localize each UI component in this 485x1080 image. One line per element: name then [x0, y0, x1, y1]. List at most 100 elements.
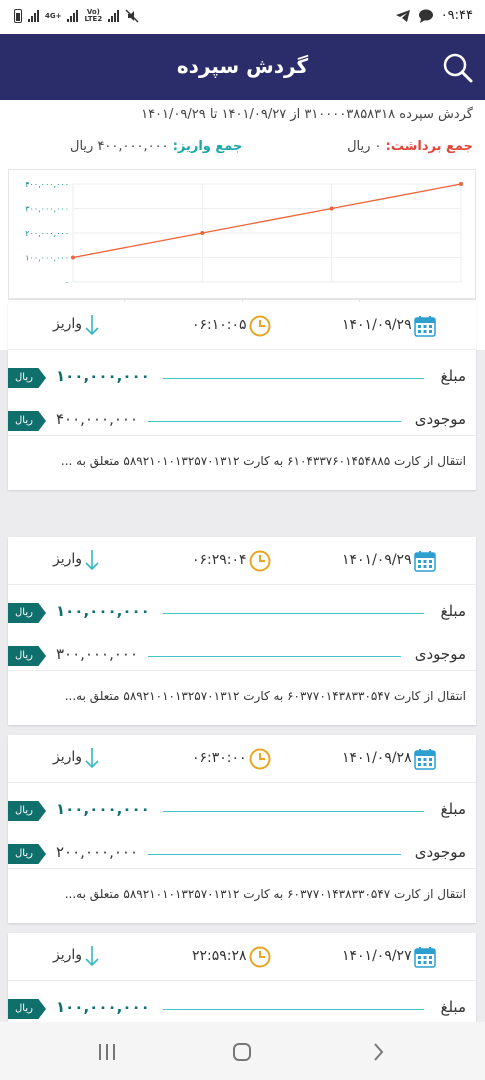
- search-icon: [443, 53, 473, 83]
- back-icon: [374, 1043, 384, 1061]
- transaction-date: ۱۴۰۱/۰۹/۲۸: [342, 750, 412, 766]
- transaction-type: واریز: [53, 947, 83, 963]
- summary-range-text: گردش سپرده ۳۱۰۰۰۰۳۸۵۸۳۱۸ از ۱۴۰۱/۰۹/۲۷ ت…: [141, 107, 473, 122]
- clock-icon: [249, 748, 271, 770]
- rial-tag: ریال: [8, 646, 46, 666]
- amount-divider: [163, 811, 424, 812]
- transaction-card[interactable]: ۱۴۰۱/۰۹/۲۹ ۰۶:۱۰:۰۵ واریز ریال ۱۰۰,۰۰۰,۰۰۰ مب…: [8, 302, 476, 490]
- app-header: گردش سپرده: [0, 34, 485, 100]
- y-tick-label: ۰: [65, 278, 69, 287]
- transaction-header: ۱۴۰۱/۰۹/۲۹ ۰۶:۱۰:۰۵ واریز: [8, 302, 476, 350]
- battery-icon: [14, 9, 22, 23]
- amount-row: ریال ۱۰۰,۰۰۰,۰۰۰ مبلغ: [8, 597, 476, 627]
- deposit-label: جمع واریز:: [172, 139, 243, 154]
- withdraw-value: ۰ ریال: [347, 139, 382, 154]
- transaction-date: ۱۴۰۱/۰۹/۲۹: [342, 552, 412, 568]
- transaction-type: واریز: [53, 316, 83, 332]
- description-text: انتقال از کارت ۶۱۰۴۳۳۷۶۰۱۴۵۴۸۸۵ به کارت …: [60, 454, 466, 468]
- amount-row: ریال ۱۰۰,۰۰۰,۰۰۰ مبلغ: [8, 795, 476, 825]
- transaction-type: واریز: [53, 551, 83, 567]
- clock-icon: [249, 550, 271, 572]
- transaction-header: ۱۴۰۱/۰۹/۲۸ ۰۶:۳۰:۰۰ واریز: [8, 735, 476, 783]
- rial-tag: ریال: [8, 603, 46, 623]
- balance-label: موجودی: [414, 410, 466, 428]
- data-point: [71, 255, 75, 260]
- arrow-down-icon: [85, 748, 99, 769]
- transaction-card[interactable]: ۱۴۰۱/۰۹/۲۸ ۰۶:۳۰:۰۰ واریز ریال ۱۰۰,۰۰۰,۰۰۰ مب…: [8, 735, 476, 923]
- transaction-time: ۰۶:۳۰:۰۰: [192, 750, 247, 766]
- transaction-card[interactable]: ۱۴۰۱/۰۹/۲۹ ۰۶:۲۹:۰۴ واریز ریال ۱۰۰,۰۰۰,۰۰۰ مب…: [8, 537, 476, 725]
- arrow-down-icon: [85, 315, 99, 336]
- rial-tag: ریال: [8, 844, 46, 864]
- network-1-label: 4G+: [45, 11, 62, 20]
- transaction-date: ۱۴۰۱/۰۹/۲۹: [342, 317, 412, 333]
- arrow-down-icon: [85, 550, 99, 571]
- page-title: گردش سپرده: [176, 54, 309, 78]
- status-time: ۰۹:۴۴: [440, 8, 473, 23]
- recents-icon: [99, 1044, 115, 1060]
- series-line: [72, 183, 462, 259]
- deposit-total: جمع واریز: ۴۰۰,۰۰۰,۰۰۰ ریال: [70, 139, 242, 154]
- amount-divider: [163, 378, 424, 379]
- transaction-description: انتقال از کارت ۶۰۳۷۷۰۱۴۳۸۳۳۰۵۴۷ به کارت …: [8, 868, 476, 923]
- rial-tag: ریال: [8, 999, 46, 1019]
- amount-value: ۱۰۰,۰۰۰,۰۰۰: [56, 602, 150, 620]
- network-2b-text: LTE2: [84, 15, 103, 23]
- search-button[interactable]: [441, 51, 475, 85]
- signal-1-icon: [28, 10, 39, 22]
- transaction-time: ۲۲:۵۹:۲۸: [192, 948, 247, 964]
- amount-value: ۱۰۰,۰۰۰,۰۰۰: [56, 800, 150, 818]
- calendar-icon: [414, 316, 436, 337]
- balance-label: موجودی: [414, 645, 466, 663]
- system-nav-bar: [0, 1022, 485, 1080]
- signal-2-icon: [67, 10, 79, 22]
- chat-icon: [418, 9, 433, 23]
- rial-tag: ریال: [8, 411, 46, 431]
- amount-divider: [163, 1009, 424, 1010]
- transaction-time: ۰۶:۲۹:۰۴: [192, 552, 247, 568]
- description-text: انتقال از کارت ۶۰۳۷۷۰۱۴۳۸۳۳۰۵۴۷ به کارت …: [64, 689, 466, 703]
- home-icon: [233, 1043, 251, 1061]
- amount-label: مبلغ: [440, 998, 466, 1016]
- withdraw-total: جمع برداشت: ۰ ریال: [347, 139, 473, 154]
- recents-button[interactable]: [95, 1040, 119, 1064]
- y-tick-label: ۲۰۰,۰۰۰,۰۰۰: [25, 229, 69, 238]
- signal-3-icon: [108, 10, 120, 22]
- balance-row: ریال ۴۰۰,۰۰۰,۰۰۰ موجودی: [8, 405, 476, 435]
- balance-line-chart: ۴۰۰,۰۰۰,۰۰۰ ۳۰۰,۰۰۰,۰۰۰ ۲۰۰,۰۰۰,۰۰۰ ۱۰۰,۰۰۰…: [25, 180, 463, 287]
- balance-row: ریال ۲۰۰,۰۰۰,۰۰۰ موجودی: [8, 838, 476, 868]
- data-point: [200, 231, 205, 235]
- balance-divider: [148, 421, 401, 422]
- y-tick-label: ۳۰۰,۰۰۰,۰۰۰: [25, 205, 69, 214]
- balance-divider: [148, 656, 401, 657]
- mute-icon: [125, 9, 139, 23]
- balance-row: ریال ۳۰۰,۰۰۰,۰۰۰ موجودی: [8, 640, 476, 670]
- transaction-type: واریز: [53, 749, 83, 765]
- transaction-description: انتقال از کارت ۶۰۳۷۷۰۱۴۳۸۳۳۰۵۴۷ به کارت …: [8, 670, 476, 725]
- amount-row: ریال ۱۰۰,۰۰۰,۰۰۰ مبلغ: [8, 362, 476, 392]
- back-button[interactable]: [366, 1040, 390, 1064]
- calendar-icon: [414, 551, 436, 572]
- y-tick-label: ۴۰۰,۰۰۰,۰۰۰: [25, 180, 69, 189]
- amount-label: مبلغ: [440, 800, 466, 818]
- balance-value: ۴۰۰,۰۰۰,۰۰۰: [56, 410, 139, 428]
- transaction-date: ۱۴۰۱/۰۹/۲۷: [342, 948, 412, 964]
- clock-icon: [249, 946, 271, 968]
- data-point: [329, 206, 334, 211]
- calendar-icon: [414, 947, 436, 968]
- home-button[interactable]: [230, 1040, 254, 1064]
- status-bar: 4G+ Vo) LTE2 ۰۹:۴۴: [0, 0, 485, 34]
- amount-label: مبلغ: [440, 367, 466, 385]
- transaction-time: ۰۶:۱۰:۰۵: [192, 317, 247, 333]
- calendar-icon: [414, 749, 436, 770]
- balance-chart: ۴۰۰,۰۰۰,۰۰۰ ۳۰۰,۰۰۰,۰۰۰ ۲۰۰,۰۰۰,۰۰۰ ۱۰۰,۰۰۰…: [8, 169, 476, 299]
- withdraw-label: جمع برداشت:: [385, 139, 473, 154]
- rial-tag: ریال: [8, 801, 46, 821]
- description-text: انتقال از کارت ۶۰۳۷۷۰۱۴۳۸۳۳۰۵۴۷ به کارت …: [64, 887, 466, 901]
- balance-value: ۳۰۰,۰۰۰,۰۰۰: [56, 645, 139, 663]
- transaction-header: ۱۴۰۱/۰۹/۲۷ ۲۲:۵۹:۲۸ واریز: [8, 933, 476, 981]
- amount-divider: [163, 613, 424, 614]
- data-point: [459, 182, 463, 186]
- telegram-icon: [395, 9, 410, 22]
- amount-label: مبلغ: [440, 602, 466, 620]
